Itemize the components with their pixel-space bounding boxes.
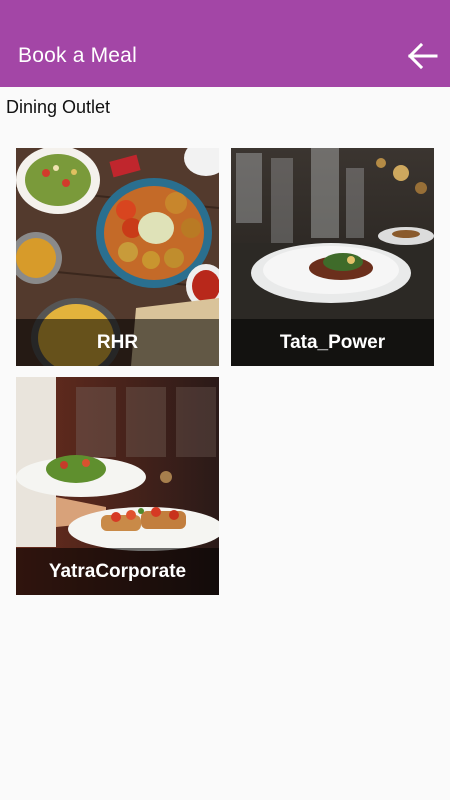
outlet-card-tata-power[interactable]: Tata_Power [231, 148, 434, 366]
outlet-name: RHR [16, 319, 219, 366]
back-button[interactable] [404, 38, 440, 74]
page-title: Book a Meal [18, 44, 137, 67]
outlet-name: YatraCorporate [16, 548, 219, 595]
outlet-card-yatracorporate[interactable]: YatraCorporate [16, 377, 219, 595]
app-bar: Book a Meal [0, 0, 450, 87]
outlet-name: Tata_Power [231, 319, 434, 366]
arrow-left-icon [407, 42, 438, 70]
section-title: Dining Outlet [6, 97, 111, 117]
outlet-card-rhr[interactable]: RHR [16, 148, 219, 366]
